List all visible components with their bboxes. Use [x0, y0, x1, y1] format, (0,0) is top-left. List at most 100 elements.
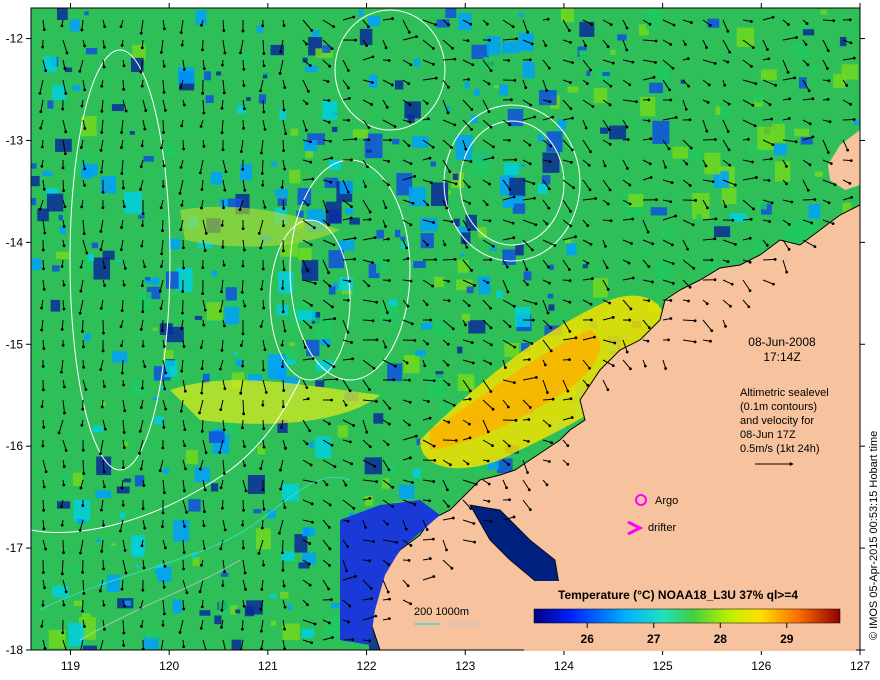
velocity-arrowhead [787, 247, 791, 251]
velocity-arrowhead [220, 223, 224, 227]
velocity-arrowhead [262, 64, 266, 68]
velocity-arrowhead [508, 325, 512, 328]
sst-pixel [173, 519, 190, 542]
velocity-arrowhead [591, 105, 595, 108]
velocity-arrowhead [693, 340, 697, 344]
velocity-arrowhead [384, 345, 388, 349]
velocity-arrowhead [605, 266, 609, 270]
velocity-arrowhead [62, 189, 66, 193]
lon-tick-label: 124 [554, 659, 574, 673]
velocity-arrowhead [749, 217, 753, 221]
velocity-arrowhead [471, 63, 475, 67]
sst-pixel [460, 231, 471, 245]
sst-pixel [820, 9, 828, 15]
velocity-arrowhead [103, 266, 106, 269]
velocity-arrowhead [82, 591, 86, 595]
velocity-arrowhead [283, 605, 287, 609]
velocity-arrowhead [162, 612, 166, 616]
velocity-arrowhead [647, 119, 651, 123]
velocity-arrowhead [198, 411, 201, 415]
velocity-arrowhead [726, 29, 730, 33]
velocity-arrowhead [388, 597, 391, 601]
velocity-arrowhead [241, 227, 245, 231]
sst-pixel [85, 166, 91, 172]
sst-pixel [210, 483, 219, 492]
velocity-arrowhead [61, 107, 65, 111]
sst-pixel [35, 603, 43, 610]
sst-pixel [282, 623, 300, 641]
sst-pixel [102, 250, 115, 260]
velocity-arrowhead [468, 436, 472, 440]
sst-pixel [657, 261, 673, 281]
velocity-arrowhead [122, 283, 126, 287]
velocity-arrowhead [102, 45, 106, 49]
sst-pixel [839, 36, 847, 47]
depth-legend-label: 200 1000m [414, 606, 469, 618]
velocity-arrowhead [407, 30, 411, 34]
sst-pixel [280, 591, 289, 599]
velocity-arrowhead [587, 163, 591, 167]
velocity-arrowhead [179, 86, 183, 89]
velocity-arrowhead [220, 608, 224, 612]
sst-pixel [331, 126, 338, 132]
velocity-arrowhead [768, 103, 772, 106]
velocity-arrowhead [631, 276, 635, 280]
velocity-arrowhead [330, 156, 334, 160]
velocity-arrowhead [409, 223, 413, 227]
sst-pixel [214, 615, 222, 625]
velocity-arrowhead [200, 563, 203, 567]
sst-pixel [466, 286, 474, 294]
velocity-arrowhead [826, 49, 830, 52]
velocity-arrowhead [352, 15, 356, 19]
velocity-arrowhead [103, 485, 106, 489]
velocity-arrowhead [222, 29, 226, 33]
velocity-arrowhead [205, 651, 208, 654]
velocity-arrowhead [119, 325, 123, 329]
velocity-arrowhead [707, 83, 711, 87]
sst-pixel [415, 350, 427, 357]
velocity-arrowhead [139, 31, 143, 35]
velocity-arrowhead [223, 324, 226, 328]
sst-pixel [276, 304, 289, 316]
velocity-arrowhead [261, 267, 265, 271]
velocity-arrowhead [404, 527, 408, 531]
velocity-arrowhead [183, 389, 187, 393]
velocity-arrowhead [406, 257, 410, 260]
velocity-arrowhead [331, 305, 334, 309]
sst-pixel [143, 156, 154, 162]
velocity-arrow [121, 359, 124, 374]
velocity-arrowhead [547, 206, 551, 210]
velocity-arrowhead [473, 284, 477, 287]
velocity-arrowhead [689, 146, 693, 150]
velocity-arrowhead [545, 483, 549, 487]
velocity-arrowhead [669, 200, 673, 204]
velocity-arrowhead [262, 52, 266, 55]
velocity-arrowhead [346, 331, 350, 334]
velocity-arrowhead [365, 430, 369, 434]
velocity-arrowhead [454, 182, 458, 186]
velocity-arrowhead [305, 42, 308, 46]
velocity-arrowhead [222, 428, 226, 432]
velocity-arrowhead [525, 268, 529, 271]
sst-pixel [494, 85, 499, 89]
velocity-arrowhead [332, 365, 336, 369]
velocity-arrowhead [123, 205, 126, 209]
velocity-arrowhead [200, 188, 204, 191]
sst-pixel [123, 478, 131, 483]
velocity-arrow [242, 499, 245, 511]
sst-pixel [523, 271, 532, 281]
velocity-arrowhead [65, 51, 69, 55]
velocity-arrowhead [368, 218, 372, 221]
velocity-arrowhead [668, 88, 672, 92]
velocity-arrowhead [608, 142, 612, 146]
velocity-arrowhead [241, 332, 245, 336]
velocity-arrowhead [643, 364, 647, 368]
velocity-arrowhead [244, 587, 247, 591]
velocity-arrowhead [183, 444, 187, 447]
velocity-arrowhead [162, 345, 166, 348]
velocity-arrowhead [848, 18, 852, 22]
sst-pixel [131, 509, 139, 518]
sst-pixel [368, 75, 378, 88]
velocity-arrowhead [588, 188, 592, 192]
velocity-arrowhead [328, 284, 332, 288]
